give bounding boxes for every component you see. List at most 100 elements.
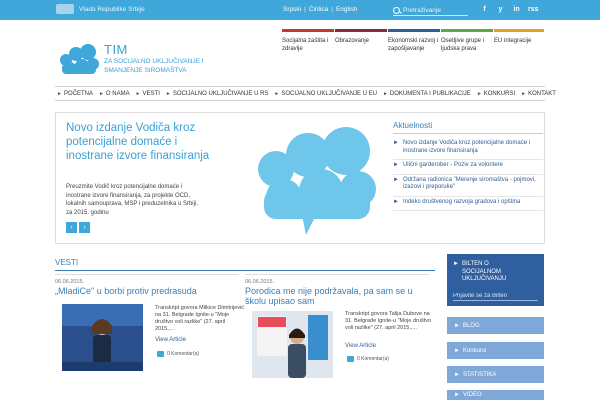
- nav-item-documents[interactable]: ► DOKUMENTA I PUBLIKACIJE: [381, 91, 475, 97]
- arrow-right-icon: ►: [393, 198, 399, 205]
- hero-title[interactable]: Novo izdanje Vodiča kroz potencijalne do…: [66, 121, 226, 163]
- bilten-subscribe-box: ► BILTEN O SOCIJALNOM UKLJUČIVANJU: [447, 254, 544, 306]
- comments-label: 0 Komentar(a): [167, 351, 199, 357]
- chevron-right-icon: ►: [165, 90, 171, 97]
- linkedin-icon[interactable]: in: [512, 5, 521, 14]
- lang-english[interactable]: English: [336, 6, 357, 13]
- nav-item-social-inclusion-eu[interactable]: ► SOCIJALNO UKLJUČIVANJE U EU: [272, 91, 381, 97]
- sidebar-button-label: STATISTIKA: [462, 371, 497, 378]
- arrow-right-icon: ►: [393, 176, 399, 183]
- arrow-right-icon: ►: [454, 392, 460, 398]
- arrow-right-icon: ►: [453, 261, 459, 267]
- arrow-right-icon: ►: [393, 162, 399, 168]
- news-link: Ulični garderober - Poziv za volontere: [402, 162, 503, 168]
- sidebar-statistika-button[interactable]: ► STATISTIKA: [447, 366, 544, 383]
- youtube-icon[interactable]: y: [496, 5, 505, 14]
- view-article-link[interactable]: View Article: [345, 343, 376, 349]
- nav-label: SOCIJALNO UKLJUČIVANJE U EU: [281, 90, 377, 97]
- comments-label: 0 Komentar(a): [357, 356, 389, 362]
- sidebar-button-label: BLOG: [462, 322, 480, 329]
- news-card: 06.06.2015. „MladiCe" u borbi protiv pre…: [55, 274, 244, 389]
- logo-title: TIM: [104, 42, 128, 57]
- lang-separator: |: [331, 6, 333, 13]
- comment-icon: [157, 351, 164, 357]
- logo-subtitle-line-1: ZA SOCIJALNO UKLJUČIVANJE I: [104, 58, 204, 65]
- next-arrow-icon[interactable]: ›: [79, 222, 90, 233]
- theme-vulnerable-groups[interactable]: Osetljive grupe i ljudska prava: [441, 29, 493, 53]
- sidebar-blog-button[interactable]: ► BLOG: [447, 317, 544, 334]
- list-item[interactable]: ► Ulični garderober - Poziv za volontere: [393, 160, 543, 175]
- aktuelnosti-panel: Aktuelnosti ► Novo izdanje Vodiča kroz po…: [393, 121, 543, 211]
- top-bar: Vlada Republike Srbije Srpski | Ćirilica…: [0, 0, 600, 20]
- slider-controls: ‹ ›: [66, 222, 90, 233]
- nav-item-about[interactable]: ► O NAMA: [97, 91, 134, 97]
- hero-description: Preuzmite Vodič kroz potencijalne domaće…: [66, 184, 198, 216]
- news-title[interactable]: Porodica me nije podržavala, pa sam se u…: [245, 286, 429, 306]
- news-link: Novo izdanje Vodiča kroz potencijalne do…: [402, 140, 531, 154]
- bilten-label-line-1: BILTEN O: [461, 261, 489, 267]
- theme-social-protection[interactable]: Socijalna zaštita i zdravlje: [282, 29, 334, 53]
- social-links: f y in rss: [480, 5, 539, 14]
- bilten-label-line-3: UKLJUČIVANJU: [461, 276, 507, 282]
- sidebar-button-label: VIDEO: [462, 392, 482, 398]
- theme-education[interactable]: Obrazovanje: [335, 29, 387, 53]
- vesti-heading: VESTI: [55, 258, 435, 271]
- chevron-right-icon: ►: [98, 90, 104, 97]
- sidebar-konkursi-button[interactable]: ► Konkursi: [447, 342, 544, 359]
- aktuelnosti-heading: Aktuelnosti: [393, 121, 543, 134]
- prev-arrow-icon[interactable]: ‹: [66, 222, 77, 233]
- news-excerpt: Transkript govora Milkice Dimitrijević n…: [155, 305, 245, 332]
- comment-icon: [347, 356, 354, 362]
- nav-label: KONKURSI: [483, 90, 516, 97]
- list-item[interactable]: ► Održana radionica "Merenje siromaštva -…: [393, 175, 543, 197]
- lang-cirilica[interactable]: Ćirilica: [309, 6, 329, 13]
- nav-item-social-inclusion-rs[interactable]: ► SOCIJALNO UKLJUČIVANJE U RS: [164, 91, 273, 97]
- news-excerpt: Transkript govora Talija Dubove na 31. B…: [345, 311, 432, 331]
- logo-text[interactable]: TIM ZA SOCIJALNO UKLJUČIVANJE I SMANJENJ…: [104, 42, 204, 75]
- nav-item-home[interactable]: ► POČETNA: [55, 91, 97, 97]
- nav-label: KONTAKT: [528, 90, 556, 97]
- nav-item-news[interactable]: ► VESTI: [134, 91, 164, 97]
- people-group-illustration: [258, 127, 376, 235]
- facebook-icon[interactable]: f: [480, 5, 489, 14]
- list-item[interactable]: ► Novo izdanje Vodiča kroz potencijalne d…: [393, 138, 543, 160]
- nav-item-contact[interactable]: ► KONTAKT: [519, 91, 560, 97]
- sidebar-button-label: Konkursi: [462, 347, 487, 354]
- list-item[interactable]: ► Indeks društvenog razvoja gradova i opš…: [393, 197, 543, 211]
- comments-count[interactable]: 0 Komentar(a): [347, 356, 389, 362]
- nav-label: SOCIJALNO UKLJUČIVANJE U RS: [172, 90, 269, 97]
- search-input[interactable]: [403, 6, 463, 14]
- government-link[interactable]: Vlada Republike Srbije: [56, 4, 145, 14]
- sidebar-video-button[interactable]: ► VIDEO: [447, 390, 544, 400]
- chevron-right-icon: ►: [382, 90, 388, 97]
- news-link: Indeks društvenog razvoja gradova i opšt…: [402, 198, 521, 205]
- language-switcher: Srpski | Ćirilica | English: [283, 6, 357, 13]
- view-article-link[interactable]: View Article: [155, 337, 186, 343]
- logo-icon[interactable]: [58, 42, 100, 76]
- news-photo[interactable]: [62, 304, 143, 371]
- rss-icon[interactable]: rss: [528, 5, 539, 14]
- nav-label: POČETNA: [63, 90, 93, 97]
- news-link: Održana radionica "Merenje siromaštva - …: [402, 176, 536, 191]
- theme-eu-integration[interactable]: EU integracije: [494, 29, 544, 53]
- bilten-title[interactable]: ► BILTEN O SOCIJALNOM UKLJUČIVANJU: [453, 261, 538, 284]
- hero-slider: Novo izdanje Vodiča kroz potencijalne do…: [55, 112, 545, 244]
- government-label: Vlada Republike Srbije: [79, 5, 145, 13]
- news-photo[interactable]: [252, 311, 333, 378]
- bilten-email-input[interactable]: [453, 291, 538, 301]
- arrow-right-icon: ►: [393, 140, 399, 146]
- nav-label: DOKUMENTA I PUBLIKACIJE: [389, 90, 471, 97]
- arrow-right-icon: ►: [454, 347, 460, 354]
- nav-label: VESTI: [142, 90, 160, 97]
- search-icon[interactable]: [393, 6, 400, 14]
- lang-srpski[interactable]: Srpski: [283, 6, 301, 13]
- main-nav: ► POČETNA ► O NAMA ► VESTI ► SOCIJALNO UKLJU…: [55, 86, 556, 101]
- news-title[interactable]: „MladiCe" u borbi protiv predrasuda: [55, 286, 239, 296]
- theme-economic-development[interactable]: Ekonomski razvoj i zapošljavanje: [388, 29, 440, 53]
- theme-categories: Socijalna zaštita i zdravlje Obrazovanje…: [282, 29, 545, 53]
- lang-separator: |: [304, 6, 306, 13]
- chevron-right-icon: ►: [521, 90, 527, 97]
- nav-item-competitions[interactable]: ► KONKURSI: [475, 91, 519, 97]
- chevron-right-icon: ►: [274, 90, 280, 97]
- comments-count[interactable]: 0 Komentar(a): [157, 351, 199, 357]
